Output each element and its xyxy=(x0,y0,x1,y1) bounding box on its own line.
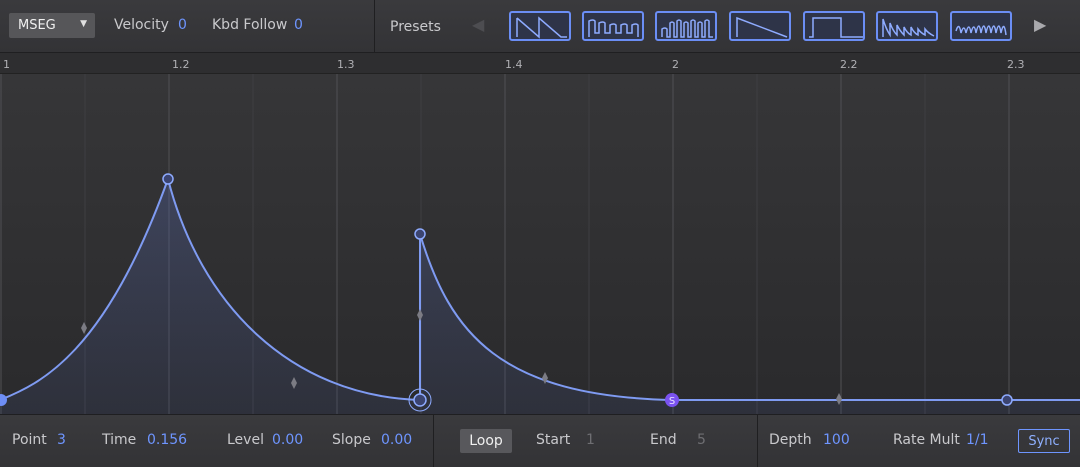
point-properties-bar: Point 3 Time 0.156 Level 0.00 Slope 0.00… xyxy=(0,414,1080,467)
velocity-label: Velocity xyxy=(114,17,169,33)
time-label: Time xyxy=(102,432,137,448)
ramp-down-preset-icon xyxy=(736,16,788,38)
ruler-tick-label: 1.4 xyxy=(505,58,523,71)
sustain-marker: S xyxy=(669,396,675,407)
next-preset-arrow-icon[interactable]: ▶ xyxy=(1034,15,1046,34)
divider xyxy=(757,415,758,467)
loop-end-value[interactable]: 5 xyxy=(697,432,706,448)
preset-slot-2[interactable] xyxy=(582,11,644,41)
previous-preset-arrow-icon[interactable]: ◀ xyxy=(472,15,484,34)
ruler-tick-label: 1.3 xyxy=(337,58,355,71)
step-decay-preset-icon xyxy=(588,19,639,37)
preset-slot-4[interactable] xyxy=(729,11,791,41)
ruler-tick-label: 1.2 xyxy=(172,58,190,71)
envelope-canvas[interactable]: S xyxy=(0,74,1080,414)
slope-label: Slope xyxy=(332,432,371,448)
envelope-point-4[interactable] xyxy=(414,228,426,240)
presets-panel: Presets ◀ ▶ xyxy=(375,0,1080,52)
modulation-settings-panel: MSEG ▼ Velocity 0 Kbd Follow 0 xyxy=(0,0,375,52)
rate-mult-label: Rate Mult xyxy=(893,432,960,448)
depth-value[interactable]: 100 xyxy=(823,432,850,448)
ruler-tick-label: 2.2 xyxy=(840,58,858,71)
kbd-follow-label: Kbd Follow xyxy=(212,17,288,33)
rate-mult-value[interactable]: 1/1 xyxy=(966,432,989,448)
timeline-ruler[interactable]: 1 1.2 1.3 1.4 2 2.2 2.3 xyxy=(0,53,1080,74)
point-label: Point xyxy=(12,432,47,448)
depth-label: Depth xyxy=(769,432,812,448)
preset-slot-3[interactable] xyxy=(655,11,717,41)
ruler-tick-label: 2 xyxy=(672,58,679,71)
loop-end-label: End xyxy=(650,432,677,448)
preset-slot-6[interactable] xyxy=(876,11,938,41)
time-value[interactable]: 0.156 xyxy=(147,432,187,448)
preset-slot-1[interactable] xyxy=(509,11,571,41)
envelope-point-3[interactable] xyxy=(413,393,427,407)
envelope-editor[interactable]: S xyxy=(0,74,1080,414)
multi-pulse-preset-icon xyxy=(661,19,713,38)
envelope-point-6[interactable] xyxy=(1001,394,1013,406)
top-toolbar: MSEG ▼ Velocity 0 Kbd Follow 0 Presets ◀ xyxy=(0,0,1080,53)
sync-button[interactable]: Sync xyxy=(1018,429,1070,453)
bounce-preset-icon xyxy=(955,25,1007,36)
envelope-point-2[interactable] xyxy=(162,173,174,185)
level-value[interactable]: 0.00 xyxy=(272,432,303,448)
curve-handle[interactable] xyxy=(81,322,87,334)
ruler-tick-label: 2.3 xyxy=(1007,58,1025,71)
point-value[interactable]: 3 xyxy=(57,432,66,448)
ruler-tick-label: 1 xyxy=(3,58,10,71)
velocity-value[interactable]: 0 xyxy=(178,17,187,33)
loop-start-label: Start xyxy=(536,432,571,448)
presets-label: Presets xyxy=(390,19,441,35)
divider xyxy=(433,415,434,467)
decay-pulses-preset-icon xyxy=(882,18,935,38)
mode-dropdown-label: MSEG xyxy=(18,18,56,33)
preset-slot-5[interactable] xyxy=(803,11,865,41)
loop-start-value[interactable]: 1 xyxy=(586,432,595,448)
level-label: Level xyxy=(227,432,264,448)
square-preset-icon xyxy=(809,17,863,38)
loop-button[interactable]: Loop xyxy=(460,429,512,453)
chevron-down-icon: ▼ xyxy=(80,19,87,29)
preset-slot-7[interactable] xyxy=(950,11,1012,41)
mode-dropdown[interactable]: MSEG ▼ xyxy=(9,13,95,38)
saw-down-preset-icon xyxy=(516,16,567,39)
kbd-follow-value[interactable]: 0 xyxy=(294,17,303,33)
slope-value[interactable]: 0.00 xyxy=(381,432,412,448)
